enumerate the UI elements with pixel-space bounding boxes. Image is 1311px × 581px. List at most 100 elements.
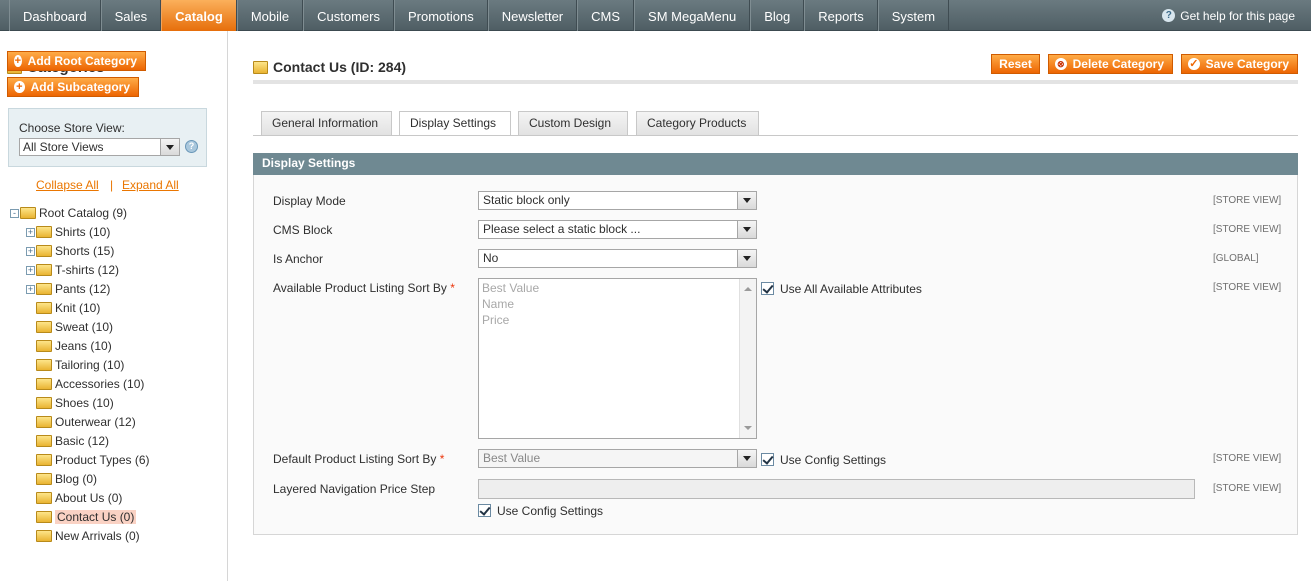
use-all-attributes-checkbox[interactable] (761, 282, 774, 295)
expand-icon[interactable]: + (26, 246, 35, 256)
tree-item[interactable]: Jeans (10) (36, 337, 112, 355)
tab-label: Display Settings (410, 116, 497, 130)
tree-item[interactable]: + Pants (12) (26, 280, 110, 298)
tree-item[interactable]: Knit (10) (36, 299, 100, 317)
tree-item-label: Shorts (15) (55, 244, 115, 258)
folder-icon (36, 245, 52, 257)
nav-item-cms[interactable]: CMS (577, 0, 635, 31)
nav-item-promotions[interactable]: Promotions (393, 0, 488, 31)
tree-item[interactable]: + Shorts (15) (26, 242, 114, 260)
tree-item[interactable]: Contact Us (0) (36, 508, 137, 526)
help-icon[interactable]: ? (185, 140, 198, 153)
chevron-down-icon (737, 250, 756, 267)
expand-all-link[interactable]: Expand All (122, 178, 179, 192)
available-sort-label-text: Available Product Listing Sort By (273, 281, 447, 295)
tab-general-information[interactable]: General Information (261, 111, 392, 135)
delete-category-button[interactable]: ⊗ Delete Category (1048, 54, 1173, 74)
expand-icon[interactable]: + (26, 284, 35, 294)
expand-icon[interactable]: + (26, 265, 35, 275)
save-category-button[interactable]: ✓ Save Category (1181, 54, 1298, 74)
price-step-config-checkbox[interactable] (478, 504, 491, 517)
tree-item[interactable]: About Us (0) (36, 489, 122, 507)
default-sort-config-checkbox[interactable] (761, 453, 774, 466)
help-link[interactable]: ? Get help for this page (1162, 0, 1295, 31)
tab-label: Custom Design (529, 116, 612, 130)
tree-item[interactable]: + Shirts (10) (26, 223, 110, 241)
folder-icon (36, 416, 52, 428)
tree-item[interactable]: - Root Catalog (9) (10, 204, 127, 222)
tree-item-label: Jeans (10) (55, 339, 112, 353)
multiselect-option[interactable]: Best Value (482, 281, 539, 295)
default-sort-value: Best Value (483, 451, 541, 465)
folder-icon (36, 378, 52, 390)
tree-item-label: Pants (12) (55, 282, 111, 296)
is-anchor-value: No (483, 251, 499, 265)
save-category-label: Save Category (1205, 57, 1289, 71)
cms-block-select[interactable]: Please select a static block ... (478, 220, 757, 239)
tree-item[interactable]: New Arrivals (0) (36, 527, 140, 545)
store-view-select[interactable]: All Store Views (19, 138, 180, 156)
tree-item[interactable]: Accessories (10) (36, 375, 144, 393)
tab-label: Category Products (647, 116, 747, 130)
tree-item[interactable]: Shoes (10) (36, 394, 114, 412)
tree-item-label: Basic (12) (55, 434, 110, 448)
tree-item-label: About Us (0) (55, 491, 123, 505)
tree-item[interactable]: Sweat (10) (36, 318, 113, 336)
top-navigation: Dashboard Sales Catalog Mobile Customers Prom… (0, 0, 1311, 31)
tree-item-label: Root Catalog (9) (39, 206, 128, 220)
add-subcategory-button[interactable]: + Add Subcategory (7, 77, 139, 97)
nav-item-sales[interactable]: Sales (100, 0, 162, 31)
folder-icon (36, 492, 52, 504)
tree-item[interactable]: Tailoring (10) (36, 356, 124, 374)
help-link-label: Get help for this page (1180, 8, 1295, 23)
tree-item[interactable]: Basic (12) (36, 432, 109, 450)
title-divider (253, 80, 1298, 84)
nav-item-blog[interactable]: Blog (750, 0, 805, 31)
nav-item-dashboard[interactable]: Dashboard (9, 0, 101, 31)
reset-button[interactable]: Reset (991, 54, 1040, 74)
nav-item-system[interactable]: System (877, 0, 950, 31)
add-root-category-button[interactable]: + Add Root Category (7, 51, 146, 71)
tree-item[interactable]: + T-shirts (12) (26, 261, 119, 279)
price-step-input[interactable] (478, 479, 1195, 499)
is-anchor-select[interactable]: No (478, 249, 757, 268)
display-mode-select[interactable]: Static block only (478, 191, 757, 210)
tab-category-products[interactable]: Category Products (636, 111, 759, 135)
available-sort-multiselect[interactable]: Best Value Name Price (478, 278, 757, 439)
scrollbar[interactable] (739, 279, 756, 438)
collapse-icon[interactable]: - (10, 208, 19, 218)
folder-icon (36, 302, 52, 314)
cms-block-label: CMS Block (273, 223, 333, 237)
nav-item-customers[interactable]: Customers (303, 0, 394, 31)
available-sort-label: Available Product Listing Sort By * (273, 281, 455, 295)
nav-item-reports[interactable]: Reports (804, 0, 878, 31)
expand-icon[interactable]: + (26, 227, 35, 237)
nav-item-catalog[interactable]: Catalog (161, 0, 237, 31)
plus-icon: + (14, 81, 25, 93)
page-title: Contact Us (ID: 284) (253, 59, 406, 75)
folder-icon (36, 359, 52, 371)
is-anchor-scope: [GLOBAL] (1213, 253, 1259, 264)
store-view-switcher: Choose Store View: All Store Views ? (8, 108, 207, 167)
tree-item-label: New Arrivals (0) (55, 529, 140, 543)
chevron-down-icon (160, 139, 179, 155)
chevron-down-icon (737, 221, 756, 238)
nav-item-mobile[interactable]: Mobile (236, 0, 304, 31)
collapse-all-link[interactable]: Collapse All (36, 178, 99, 192)
store-view-label: Choose Store View: (19, 121, 125, 135)
tab-display-settings[interactable]: Display Settings (399, 111, 511, 136)
multiselect-option[interactable]: Name (482, 297, 514, 311)
multiselect-option[interactable]: Price (482, 313, 509, 327)
required-marker: * (439, 452, 445, 466)
tree-item-label: Product Types (6) (55, 453, 150, 467)
tree-item[interactable]: Blog (0) (36, 470, 97, 488)
nav-item-sm-megamenu[interactable]: SM MegaMenu (634, 0, 751, 31)
tree-item[interactable]: Product Types (6) (36, 451, 150, 469)
tree-item[interactable]: Outerwear (12) (36, 413, 136, 431)
tree-item-label: Tailoring (10) (55, 358, 125, 372)
folder-icon (36, 435, 52, 447)
tab-custom-design[interactable]: Custom Design (518, 111, 628, 135)
help-icon: ? (1162, 9, 1176, 22)
default-sort-select[interactable]: Best Value (478, 449, 757, 468)
nav-item-newsletter[interactable]: Newsletter (487, 0, 578, 31)
